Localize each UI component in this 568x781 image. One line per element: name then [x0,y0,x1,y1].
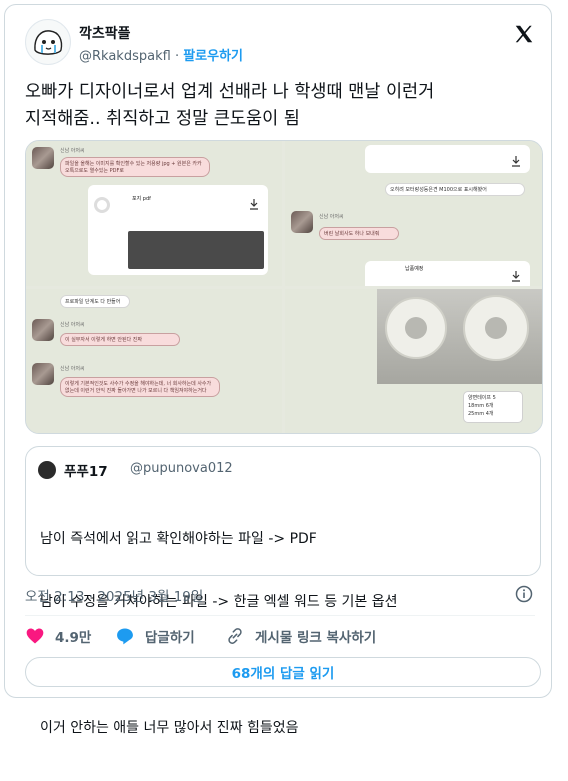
profile-thumb [32,319,54,341]
like-count: 4.9만 [55,630,92,646]
file-icon [94,197,110,213]
divider [25,615,535,616]
sender-name: 신남 아저씨 [319,214,344,220]
sender-name: 신남 아저씨 [60,322,85,328]
reply-icon [117,628,133,645]
media-panel-2: 오히려 모터랑성등은견 M100으로 표시해봤어 신남 아저씨 버린 날회사도 … [285,141,542,286]
chat-bubble: 이 실무자서 이렇게 하면 안된다 진짜 [60,333,180,346]
media-panel-1: 신남 아저씨 파일을 올해는 이미지를 확인할수 있는 저용량 jpg + 원본… [26,141,282,286]
tweet-text-line: 오빠가 디자이너로서 업계 선배라 나 학생때 맨날 이런거 [25,82,435,102]
like-button[interactable]: 4.9만 [25,625,91,647]
chat-bubble: 파일을 올해는 이미지를 확인할수 있는 저용량 jpg + 원본은 카카오톡으… [60,157,210,177]
separator-dot: · [174,49,180,64]
chat-bubble: 프로파일 단계도 다 만들어 [60,295,130,308]
file-card: 포지 pdf [88,185,268,275]
author-handle-row: @Rkakdspakfl · 팔로우하기 [79,45,243,64]
tweet-timestamp[interactable]: 오전 2:13 · 2025년 3월 19일 [25,585,203,605]
x-logo-icon[interactable] [513,23,535,45]
order-label-line: 25mm 4개 [468,411,494,417]
profile-thumb [32,363,54,385]
file-card: 납품예정 [365,261,530,286]
quote-author-handle[interactable]: @pupunova012 [130,461,233,476]
profile-thumb [32,147,54,169]
file-name: 포지 pdf [132,196,151,202]
reply-label: 답글하기 [145,630,195,646]
sender-name: 신남 아저씨 [60,366,85,372]
file-name: 납품예정 [405,266,424,272]
link-icon [228,628,242,644]
download-icon[interactable] [248,195,260,214]
copy-link-button[interactable]: 게시물 링크 복사하기 [225,625,376,647]
tweet-media[interactable]: 신남 아저씨 파일을 올해는 이미지를 확인할수 있는 저용량 jpg + 원본… [25,140,543,434]
action-bar: 4.9만 답글하기 게시물 링크 복사하기 [25,625,545,649]
author-name[interactable]: 깍츠팍플 [79,23,131,43]
tape-roll [385,297,447,359]
quote-avatar[interactable] [38,461,56,479]
read-replies-button[interactable]: 68개의 답글 읽기 [25,657,541,687]
file-preview [128,231,264,269]
quote-author-name[interactable]: 푸푸17 [64,460,108,480]
reply-button[interactable]: 답글하기 [115,625,195,647]
sender-name: 신남 아저씨 [60,148,85,154]
quoted-tweet[interactable]: 푸푸17 @pupunova012 남이 즉석에서 읽고 확인해야하는 파일 -… [25,446,541,736]
author-handle[interactable]: @Rkakdspakfl [79,49,171,64]
tweet-text-line: 지적해줌.. 취직하고 정말 큰도움이 됨 [25,109,300,129]
tape-photo [377,289,542,384]
quote-text-line: 남이 즉석에서 읽고 확인해야하는 파일 -> PDF [40,531,317,547]
tweet-header: 깍츠팍플 @Rkakdspakfl · 팔로우하기 [25,19,535,73]
chat-bubble: 이렇게 기본적인것도 사수가 수정을 해야하는데, 너 회사하는데 사수가 없는… [60,377,220,397]
avatar[interactable] [25,19,71,65]
copy-link-label: 게시물 링크 복사하기 [255,630,377,646]
order-label-line: 18mm 6개 [468,403,494,409]
tape-roll [463,295,529,361]
chat-bubble: 버린 날회사도 하나 보내줘 [319,227,399,240]
order-label-line: 양면테이프 5 [468,395,496,401]
profile-thumb [291,211,313,233]
quote-text-line: 이거 안하는 애들 너무 많아서 진짜 힘들었음 [40,720,299,736]
heart-icon [26,628,44,644]
order-label: 양면테이프 5 18mm 6개 25mm 4개 [463,391,523,423]
follow-button[interactable]: 팔로우하기 [183,49,243,64]
chat-bubble: 오히려 모터랑성등은견 M100으로 표시해봤어 [385,183,525,196]
media-panel-4: 양면테이프 5 18mm 6개 25mm 4개 [285,289,542,433]
tweet-text: 오빠가 디자이너로서 업계 선배라 나 학생때 맨날 이런거 지적해줌.. 취직… [25,79,535,133]
download-icon[interactable] [510,267,522,286]
download-icon[interactable] [510,152,522,171]
info-icon[interactable] [515,585,533,603]
file-card [365,145,530,173]
media-panel-3: 프로파일 단계도 다 만들어 신남 아저씨 이 실무자서 이렇게 하면 안된다 … [26,289,282,433]
tweet-card: 깍츠팍플 @Rkakdspakfl · 팔로우하기 오빠가 디자이너로서 업계 … [4,4,552,736]
